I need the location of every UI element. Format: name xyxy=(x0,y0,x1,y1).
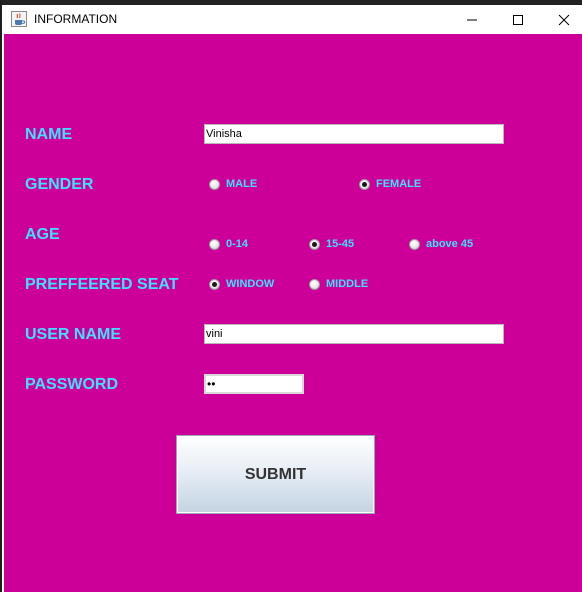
radio-indicator xyxy=(409,238,420,250)
information-window: INFORMATION NAME Vinisha GENDER MALE FEM… xyxy=(0,0,582,592)
age-label: AGE xyxy=(25,226,60,243)
age-15-45-label: 15-45 xyxy=(326,238,355,250)
form-panel: NAME Vinisha GENDER MALE FEMALE AGE 0-14… xyxy=(4,34,582,592)
close-icon xyxy=(558,14,570,25)
name-label: NAME xyxy=(25,126,73,143)
gender-female-label: FEMALE xyxy=(376,178,422,190)
close-button[interactable] xyxy=(541,5,582,34)
minimize-button[interactable] xyxy=(449,5,495,34)
radio-indicator-selected xyxy=(309,238,320,250)
radio-indicator-selected xyxy=(359,178,370,190)
radio-indicator xyxy=(209,238,220,250)
password-field[interactable]: •• xyxy=(204,374,304,394)
age-above-45-radio[interactable]: above 45 xyxy=(409,238,473,250)
submit-button[interactable]: SUBMIT xyxy=(176,435,375,514)
username-label: USER NAME xyxy=(25,326,122,343)
window-title: INFORMATION xyxy=(34,12,118,26)
age-0-14-radio[interactable]: 0-14 xyxy=(209,238,248,250)
title-bar: INFORMATION xyxy=(2,0,582,34)
radio-indicator xyxy=(209,178,220,190)
gender-female-radio[interactable]: FEMALE xyxy=(359,178,421,190)
age-above-45-label: above 45 xyxy=(426,238,474,250)
age-0-14-label: 0-14 xyxy=(226,238,249,250)
radio-indicator-selected xyxy=(209,278,220,290)
gender-label: GENDER xyxy=(25,176,94,193)
radio-indicator xyxy=(309,278,320,290)
name-field[interactable]: Vinisha xyxy=(204,124,504,144)
gender-male-label: MALE xyxy=(226,178,258,190)
seat-middle-radio[interactable]: MIDDLE xyxy=(309,278,368,290)
maximize-button[interactable] xyxy=(495,5,541,34)
age-15-45-radio[interactable]: 15-45 xyxy=(309,238,354,250)
java-cup-icon xyxy=(11,11,27,27)
seat-label: PREFFEERED SEAT xyxy=(25,276,179,293)
seat-middle-label: MIDDLE xyxy=(326,278,369,290)
password-label: PASSWORD xyxy=(25,376,119,393)
minimize-icon xyxy=(467,19,477,20)
gender-male-radio[interactable]: MALE xyxy=(209,178,257,190)
username-field[interactable]: vini xyxy=(204,324,504,344)
seat-window-label: WINDOW xyxy=(226,278,275,290)
seat-window-radio[interactable]: WINDOW xyxy=(209,278,274,290)
maximize-icon xyxy=(513,14,523,25)
